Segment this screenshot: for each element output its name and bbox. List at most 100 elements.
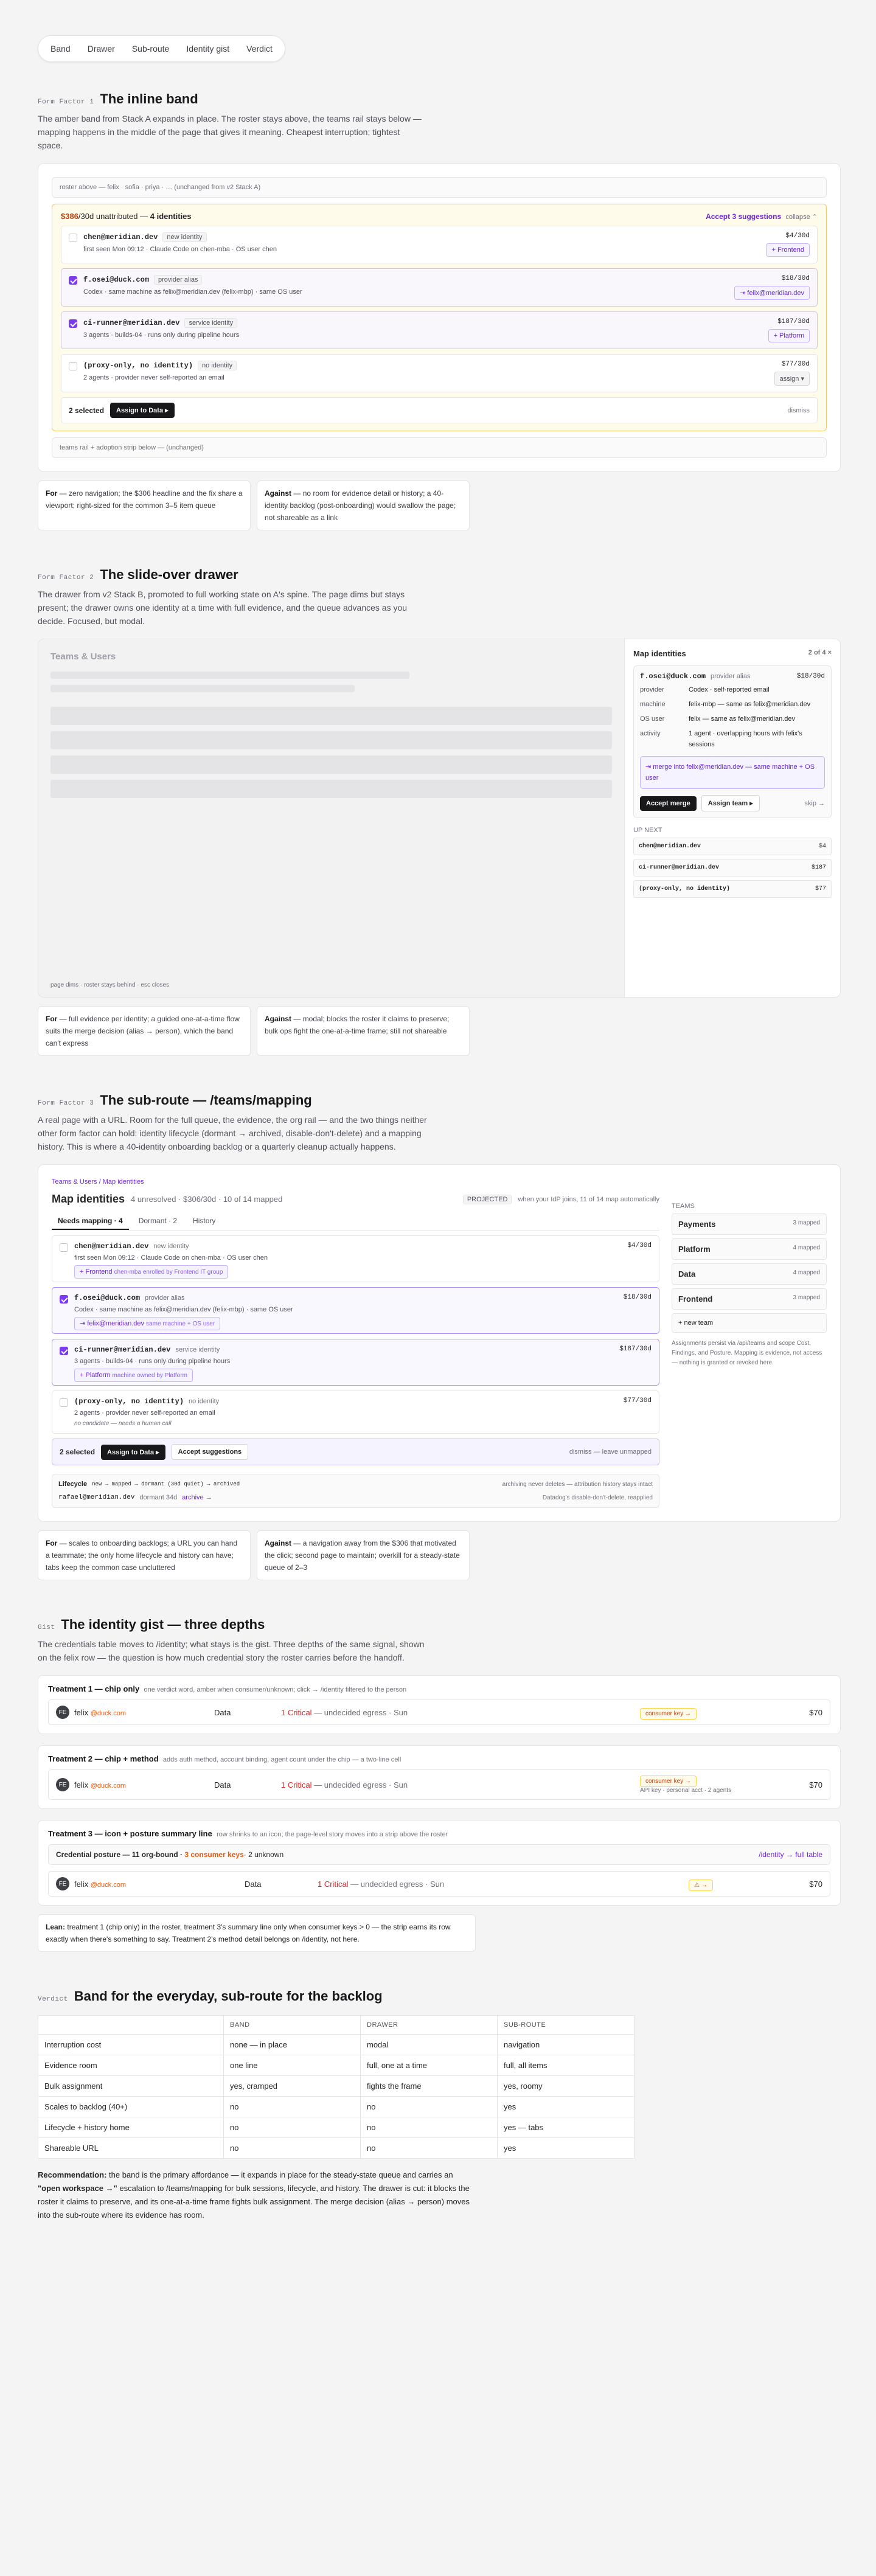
for-note: For — zero navigation; the $306 headline… [38, 481, 251, 530]
suggestion-chip[interactable]: + Frontend chen-mba enrolled by Frontend… [74, 1265, 229, 1279]
accept-suggestions-link[interactable]: Accept 3 suggestions [706, 212, 781, 221]
suggestion-chip[interactable]: ⇥ felix@meridian.dev [734, 286, 810, 300]
tab-sub-route[interactable]: Sub-route [123, 38, 178, 59]
identity-row[interactable]: chen@meridian.dev new identity first seen… [52, 1235, 659, 1282]
accept-suggestions-button[interactable]: Accept suggestions [171, 1444, 249, 1460]
team-item[interactable]: Platform 4 mapped [672, 1238, 827, 1260]
identity-table-link[interactable]: /identity → full table [759, 1850, 822, 1859]
identity-id: chen@meridian.dev [83, 233, 158, 241]
treatment-title: Treatment 3 — icon + posture summary lin… [48, 1829, 212, 1838]
suggestion-label: + Platform [80, 1372, 111, 1379]
teams-heading: TEAMS [672, 1203, 695, 1210]
row-checkbox[interactable] [69, 276, 77, 285]
suggestion-chip[interactable]: + Platform machine owned by Platform [74, 1369, 193, 1382]
for-label: For [46, 489, 58, 498]
suggestion-chip[interactable]: assign ▾ [774, 372, 810, 386]
archive-link[interactable]: archive → [182, 1494, 212, 1501]
teams-rail: TEAMS Payments 3 mapped Platform 4 mapped Da… [672, 1193, 827, 1508]
identity-row[interactable]: chen@meridian.dev new identity first seen… [61, 226, 818, 263]
suggestion-chip[interactable]: + Platform [768, 329, 810, 342]
identity-id: ci-runner@meridian.dev [83, 319, 180, 327]
dismiss-link[interactable]: dismiss — leave unmapped [569, 1448, 652, 1456]
evidence-row: activity 1 agent · overlapping hours with… [640, 728, 825, 750]
dismiss-link[interactable]: dismiss [787, 407, 810, 414]
consumer-key-chip[interactable]: consumer key → [640, 1776, 697, 1787]
lifecycle-label: Lifecycle [58, 1481, 88, 1488]
row-checkbox[interactable] [60, 1295, 68, 1304]
consumer-key-chip[interactable]: consumer key → [640, 1707, 697, 1720]
for-note: For — scales to onboarding backlogs; a U… [38, 1530, 251, 1580]
open-workspace-link[interactable]: "open workspace →" [38, 2184, 117, 2193]
row-checkbox[interactable] [69, 319, 77, 328]
identity-row[interactable]: (proxy-only, no identity) no identity 2 a… [52, 1390, 659, 1434]
identity-tag: new identity [153, 1243, 189, 1250]
tab-verdict[interactable]: Verdict [238, 38, 281, 59]
lifecycle-flow: new → mapped → dormant (30d quiet) → arc… [92, 1481, 240, 1487]
row-checkbox[interactable] [60, 1243, 68, 1252]
table-cell: no [360, 2117, 498, 2138]
section-label: Form Factor 2 [38, 574, 94, 582]
row-checkbox[interactable] [69, 234, 77, 242]
selected-count: 2 selected [69, 406, 105, 415]
recommendation-label: Recommendation: [38, 2170, 107, 2179]
drawer-title: Map identities [633, 649, 686, 658]
unattributed-amount: $386 [61, 212, 78, 221]
tab-dormant[interactable]: Dormant · 2 [133, 1213, 183, 1230]
tab-needs-mapping[interactable]: Needs mapping · 4 [52, 1213, 129, 1230]
identity-price: $4 [818, 843, 826, 850]
collapse-link[interactable]: collapse ⌃ [785, 214, 818, 221]
treatment-title: Treatment 1 — chip only [48, 1684, 140, 1693]
section-intro: A real page with a URL. Room for the ful… [38, 1115, 427, 1151]
tab-band[interactable]: Band [42, 38, 79, 59]
posture-strip: Credential posture — 11 org-bound · 3 co… [48, 1844, 830, 1865]
recommendation: Recommendation: the band is the primary … [38, 2168, 476, 2222]
evidence-key: OS user [640, 715, 665, 723]
breadcrumb[interactable]: Teams & Users / Map identities [52, 1178, 827, 1186]
table-cell: none — in place [223, 2034, 361, 2055]
accept-merge-button[interactable]: Accept merge [640, 796, 697, 811]
assign-team-button[interactable]: Assign to Data ▸ [110, 403, 175, 418]
table-cell: Shareable URL [38, 2137, 224, 2159]
column-header: SUB-ROUTE [497, 2015, 634, 2035]
avatar: FE [56, 1877, 69, 1890]
skip-link[interactable]: skip → [804, 800, 825, 807]
up-next-item[interactable]: (proxy-only, no identity) $77 [633, 880, 832, 898]
identity-row[interactable]: (proxy-only, no identity) no identity 2 a… [61, 354, 818, 392]
table-row: Scales to backlog (40+) no no yes [38, 2096, 634, 2117]
team-name: Frontend [678, 1294, 713, 1304]
suggestion-chip[interactable]: ⇥ felix@meridian.dev same machine + OS u… [74, 1317, 221, 1330]
tab-identity-gist[interactable]: Identity gist [178, 38, 238, 59]
against-text: modal; blocks the roster it claims to pr… [265, 1015, 450, 1035]
row-checkbox[interactable] [60, 1398, 68, 1407]
tab-drawer[interactable]: Drawer [79, 38, 123, 59]
finding-count: 1 Critical [281, 1780, 312, 1790]
team-item[interactable]: Frontend 3 mapped [672, 1288, 827, 1310]
evidence-key: machine [640, 701, 666, 708]
row-checkbox[interactable] [60, 1347, 68, 1355]
assign-team-button[interactable]: Assign team ▸ [701, 795, 760, 811]
tab-history[interactable]: History [187, 1213, 221, 1230]
warning-icon[interactable]: ⚠ → [689, 1879, 713, 1891]
identity-row[interactable]: ci-runner@meridian.dev service identity 3… [61, 311, 818, 349]
close-icon[interactable]: 2 of 4 × [808, 649, 832, 658]
team-cell: Data [245, 1879, 262, 1889]
up-next-item[interactable]: ci-runner@meridian.dev $187 [633, 859, 832, 877]
section-band: Form Factor 1 The inline band The amber b… [38, 91, 841, 530]
treatment-title: Treatment 2 — chip + method [48, 1754, 159, 1763]
team-item[interactable]: Payments 3 mapped [672, 1213, 827, 1235]
section-drawer: Form Factor 2 The slide-over drawer The d… [38, 567, 841, 1056]
merge-suggestion[interactable]: ⇥ merge into felix@meridian.dev — same m… [640, 756, 825, 789]
up-next-item[interactable]: chen@meridian.dev $4 [633, 838, 832, 855]
new-team-button[interactable]: + new team [672, 1313, 827, 1333]
suggestion-chip[interactable]: + Frontend [766, 243, 810, 257]
identity-row[interactable]: f.osei@duck.com provider alias Codex · sa… [52, 1287, 659, 1334]
selected-count: 2 selected [60, 1448, 96, 1456]
identity-row[interactable]: ci-runner@meridian.dev service identity 3… [52, 1339, 659, 1386]
table-cell: yes — tabs [497, 2117, 634, 2138]
assign-team-button[interactable]: Assign to Data ▸ [101, 1444, 165, 1460]
team-count: 3 mapped [793, 1220, 820, 1226]
team-item[interactable]: Data 4 mapped [672, 1263, 827, 1285]
treatment-2: Treatment 2 — chip + method adds auth me… [38, 1745, 841, 1809]
row-checkbox[interactable] [69, 362, 77, 370]
identity-row[interactable]: f.osei@duck.com provider alias Codex · sa… [61, 268, 818, 307]
